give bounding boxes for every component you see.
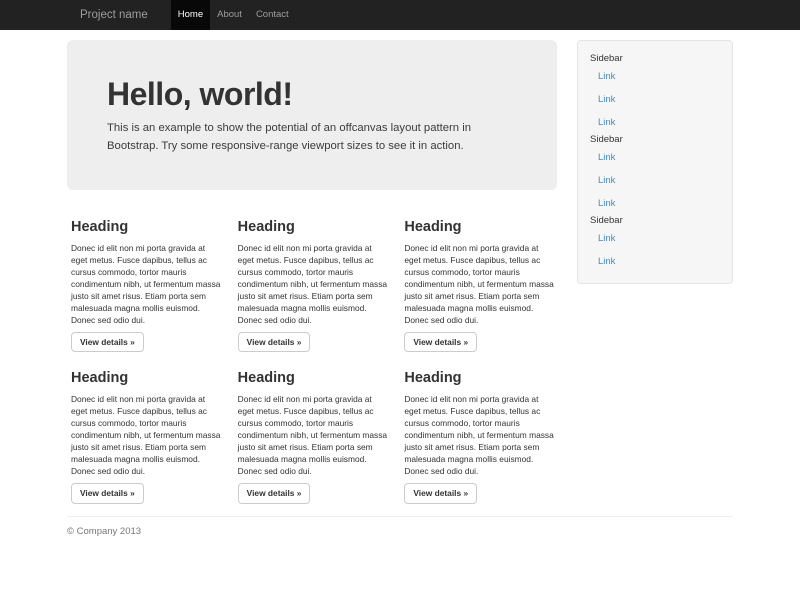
- sidebar-section-3: Sidebar Link Link: [590, 215, 720, 273]
- card-5: Heading Donec id elit non mi porta gravi…: [238, 352, 391, 503]
- cards-row-1: Heading Donec id elit non mi porta gravi…: [71, 190, 557, 352]
- sidebar-link[interactable]: Link: [590, 250, 720, 273]
- sidebar-link[interactable]: Link: [590, 88, 720, 111]
- nav-item-home: Home: [171, 0, 210, 30]
- view-details-button[interactable]: View details »: [238, 483, 311, 503]
- nav-link-home[interactable]: Home: [171, 0, 210, 30]
- view-details-button[interactable]: View details »: [404, 332, 477, 352]
- sidebar-link[interactable]: Link: [590, 227, 720, 250]
- page-container: Hello, world! This is an example to show…: [67, 30, 733, 537]
- card-heading: Heading: [404, 369, 557, 387]
- card-heading: Heading: [238, 369, 391, 387]
- card-heading: Heading: [404, 218, 557, 236]
- card-6: Heading Donec id elit non mi porta gravi…: [404, 352, 557, 503]
- content-row: Hello, world! This is an example to show…: [67, 30, 733, 504]
- column-gutter: [557, 30, 577, 504]
- footer: © Company 2013: [67, 516, 733, 537]
- cards-area: Heading Donec id elit non mi porta gravi…: [67, 190, 557, 504]
- footer-divider: [67, 516, 733, 517]
- sidebar-link[interactable]: Link: [590, 192, 720, 215]
- sidebar-section-title: Sidebar: [590, 53, 720, 65]
- card-3: Heading Donec id elit non mi porta gravi…: [404, 190, 557, 352]
- navbar-container: Project name Home About Contact: [67, 0, 733, 30]
- card-heading: Heading: [238, 218, 391, 236]
- card-text: Donec id elit non mi porta gravida at eg…: [238, 393, 391, 477]
- card-text: Donec id elit non mi porta gravida at eg…: [71, 242, 224, 326]
- sidebar-link[interactable]: Link: [590, 169, 720, 192]
- nav-item-about: About: [210, 0, 249, 30]
- card-text: Donec id elit non mi porta gravida at eg…: [238, 242, 391, 326]
- sidebar: Sidebar Link Link Link Sidebar Link Link…: [577, 40, 733, 284]
- card-text: Donec id elit non mi porta gravida at eg…: [71, 393, 224, 477]
- card-1: Heading Donec id elit non mi porta gravi…: [71, 190, 224, 352]
- nav-link-contact[interactable]: Contact: [249, 0, 296, 30]
- card-2: Heading Donec id elit non mi porta gravi…: [238, 190, 391, 352]
- jumbotron: Hello, world! This is an example to show…: [67, 40, 557, 190]
- view-details-button[interactable]: View details »: [71, 483, 144, 503]
- card-heading: Heading: [71, 369, 224, 387]
- sidebar-section-title: Sidebar: [590, 215, 720, 227]
- nav-link-about[interactable]: About: [210, 0, 249, 30]
- sidebar-link[interactable]: Link: [590, 65, 720, 88]
- card-4: Heading Donec id elit non mi porta gravi…: [71, 352, 224, 503]
- view-details-button[interactable]: View details »: [71, 332, 144, 352]
- navbar: Project name Home About Contact: [0, 0, 800, 30]
- sidebar-link[interactable]: Link: [590, 111, 720, 134]
- card-heading: Heading: [71, 218, 224, 236]
- navbar-menu: Home About Contact: [171, 0, 296, 30]
- main-column: Hello, world! This is an example to show…: [67, 30, 557, 504]
- sidebar-section-2: Sidebar Link Link Link: [590, 134, 720, 215]
- sidebar-link[interactable]: Link: [590, 146, 720, 169]
- nav-item-contact: Contact: [249, 0, 296, 30]
- sidebar-section-1: Sidebar Link Link Link: [590, 53, 720, 134]
- jumbotron-text: This is an example to show the potential…: [107, 120, 521, 155]
- sidebar-section-title: Sidebar: [590, 134, 720, 146]
- card-text: Donec id elit non mi porta gravida at eg…: [404, 242, 557, 326]
- view-details-button[interactable]: View details »: [404, 483, 477, 503]
- card-text: Donec id elit non mi porta gravida at eg…: [404, 393, 557, 477]
- cards-row-2: Heading Donec id elit non mi porta gravi…: [71, 352, 557, 503]
- jumbotron-title: Hello, world!: [107, 78, 521, 110]
- navbar-brand[interactable]: Project name: [67, 0, 161, 30]
- footer-copyright: © Company 2013: [67, 526, 733, 537]
- view-details-button[interactable]: View details »: [238, 332, 311, 352]
